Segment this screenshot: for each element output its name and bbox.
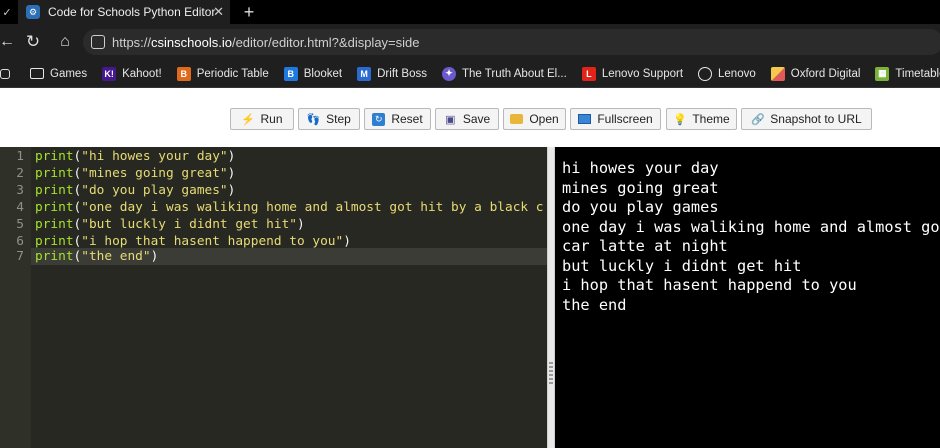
snapshot-to-url-button[interactable]: 🔗 Snapshot to URL: [741, 108, 872, 130]
run-button[interactable]: ⚡ Run: [230, 108, 294, 130]
output-line: the end: [562, 296, 627, 314]
close-tab-icon[interactable]: ✕: [213, 4, 224, 20]
reset-button[interactable]: ↻ Reset: [364, 108, 431, 130]
code-line[interactable]: 4 print("one day i was waliking home and …: [0, 199, 547, 216]
code-line[interactable]: 1 print("hi howes your day"): [0, 148, 547, 165]
new-tab-icon[interactable]: +: [238, 0, 260, 24]
lenovo-icon: L: [581, 66, 596, 81]
bookmark-overflow-icon[interactable]: [0, 68, 16, 79]
folder-icon: [30, 68, 44, 79]
theme-button[interactable]: 💡 Theme: [666, 108, 737, 130]
url-scheme: https://: [112, 34, 152, 50]
folder-icon: [510, 114, 524, 124]
bookmark-periodic-table[interactable]: B Periodic Table: [176, 66, 269, 81]
open-button[interactable]: Open: [503, 108, 566, 130]
oxford-icon: [770, 66, 785, 81]
floppy-disk-icon: ▣: [445, 113, 456, 126]
site-info-icon[interactable]: [91, 35, 105, 49]
browser-tab[interactable]: ⚙ Code for Schools Python Editor ✕: [18, 0, 230, 24]
bookmark-kahoot[interactable]: K! Kahoot!: [102, 66, 162, 81]
url-field[interactable]: https://csinschools.io/editor/editor.htm…: [83, 29, 940, 55]
tab-actions-icon[interactable]: ✓: [0, 0, 14, 24]
bookmark-oxford-digital[interactable]: Oxford Digital: [770, 66, 860, 81]
lightning-icon: ⚡: [241, 113, 255, 126]
output-line: hi howes your day: [562, 159, 719, 177]
footsteps-icon: 👣: [306, 113, 321, 126]
fullscreen-button[interactable]: Fullscreen: [570, 108, 661, 130]
url-host: csinschools.io: [151, 34, 232, 50]
kahoot-icon: K!: [102, 66, 117, 81]
bookmarks-bar: Games K! Kahoot! B Periodic Table B Blooket…: [0, 60, 940, 88]
output-line: do you play games: [562, 198, 719, 216]
bookmark-drift-boss[interactable]: M Drift Boss: [357, 66, 427, 81]
splitter-grip-icon[interactable]: [549, 362, 553, 384]
back-arrow-icon[interactable]: ←: [0, 24, 15, 60]
favicon-icon: ⚙: [26, 5, 40, 19]
output-line: car latte at night: [562, 237, 728, 255]
code-line[interactable]: 3 print("do you play games"): [0, 182, 547, 199]
bookmark-lenovo-support[interactable]: L Lenovo Support: [581, 66, 683, 81]
bookmark-blooket[interactable]: B Blooket: [283, 66, 342, 81]
tab-title: Code for Schools Python Editor: [48, 5, 216, 19]
bookmark-timetable[interactable]: ▦Timetable: [875, 66, 940, 81]
lightbulb-icon: 💡: [672, 113, 687, 126]
output-line: mines going great: [562, 179, 719, 197]
output-line: i hop that hasent happend to you: [562, 276, 857, 294]
home-icon[interactable]: ⌂: [54, 24, 76, 60]
code-line[interactable]: 5 print("but luckly i didnt get hit"): [0, 216, 547, 233]
globe-icon: [698, 66, 713, 81]
code-line[interactable]: 7 print("the end"): [0, 248, 547, 265]
bookmark-truth-about[interactable]: ✦ The Truth About El...: [441, 66, 567, 81]
timetable-icon: ▦: [875, 66, 890, 81]
blooket-icon: B: [283, 66, 298, 81]
periodic-table-icon: B: [176, 66, 191, 81]
link-icon: 🔗: [750, 113, 765, 126]
output-line: one day i was waliking home and almost g…: [562, 218, 940, 236]
save-button[interactable]: ▣ Save: [435, 108, 499, 130]
step-button[interactable]: 👣 Step: [298, 108, 360, 130]
drift-boss-icon: M: [357, 66, 372, 81]
truth-icon: ✦: [441, 66, 456, 81]
refresh-icon: ↻: [372, 112, 386, 126]
url-path: /editor/editor.html?&display=side: [231, 34, 420, 50]
bookmark-games[interactable]: Games: [30, 68, 87, 80]
bookmark-lenovo[interactable]: Lenovo: [698, 66, 756, 81]
refresh-icon[interactable]: ↻: [22, 24, 44, 60]
output-line: but luckly i didnt get hit: [562, 257, 802, 275]
code-line[interactable]: 2 print("mines going great"): [0, 165, 547, 182]
pane-splitter[interactable]: [547, 147, 555, 448]
monitor-icon: [578, 114, 592, 124]
